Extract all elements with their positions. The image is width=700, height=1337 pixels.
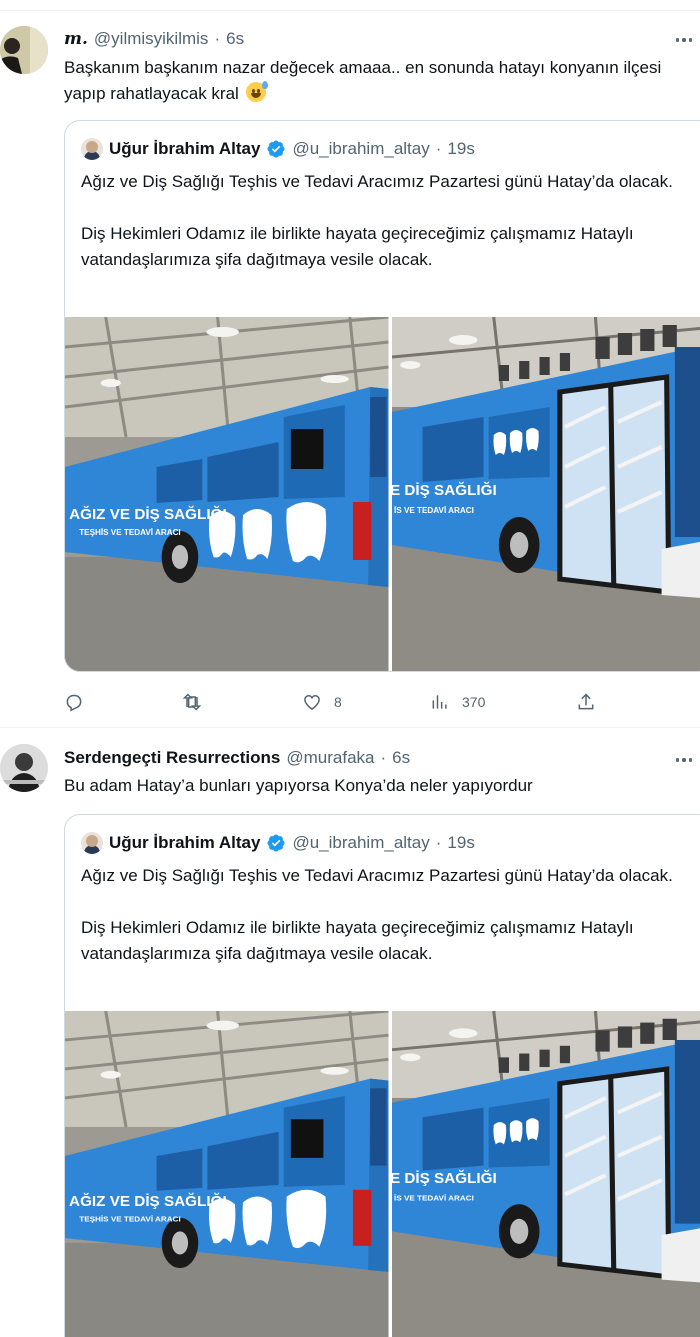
display-name[interactable]: Serdengeçti Resurrections — [64, 748, 280, 768]
photo-bus-front[interactable]: E DİŞ SAĞLIĞI İS VE TEDAVİ ARACI — [391, 317, 700, 671]
share-icon — [578, 693, 594, 710]
photo-bus-front[interactable]: E DİŞ SAĞLIĞI İS VE TEDAVİ ARACI — [391, 1011, 700, 1337]
reply-icon — [66, 694, 82, 712]
quoted-separator: · — [435, 833, 442, 852]
quoted-paragraph: Diş Hekimleri Odamız ile birlikte hayata… — [81, 918, 634, 963]
display-name[interactable]: m. — [64, 29, 88, 49]
timestamp[interactable]: 6s — [226, 29, 244, 49]
media-grid: AĞIZ VE DİŞ SAĞLIĞI TEŞHİS VE TEDAVİ ARA… — [65, 1011, 700, 1337]
tweet-header: m. @yilmisyikilmis · 6s — [64, 29, 244, 49]
quoted-paragraph: Ağız ve Diş Sağlığı Teşhis ve Tedavi Ara… — [81, 172, 673, 191]
tweet-text: Başkanım başkanım nazar değecek amaaa.. … — [64, 55, 692, 107]
retweet-button[interactable] — [182, 692, 214, 712]
quoted-handle: @u_ibrahim_altay — [292, 139, 430, 158]
quoted-tweet-text: Ağız ve Diş Sağlığı Teşhis ve Tedavi Ara… — [81, 169, 700, 273]
like-count: 8 — [334, 694, 342, 710]
quoted-avatar — [81, 138, 103, 160]
handle[interactable]: @yilmisyikilmis — [94, 29, 209, 49]
share-button[interactable] — [576, 692, 596, 712]
more-icon[interactable] — [672, 30, 696, 50]
avatar[interactable] — [0, 26, 48, 74]
verified-badge-icon — [267, 140, 285, 158]
quoted-avatar — [81, 832, 103, 854]
quoted-display-name: Uğur İbrahim Altay — [109, 833, 261, 852]
quoted-timestamp: 19s — [447, 833, 475, 852]
handle[interactable]: @murafaka — [286, 748, 374, 768]
tweet-actions: 8 370 — [64, 690, 634, 714]
quoted-paragraph: Ağız ve Diş Sağlığı Teşhis ve Tedavi Ara… — [81, 866, 673, 885]
views-icon — [432, 695, 447, 709]
quoted-timestamp: 19s — [447, 139, 475, 158]
bus-label-sub: TEŞHİS VE TEDAVİ ARACI — [79, 1215, 181, 1224]
tweet-text-content: Bu adam Hatay’a bunları yapıyorsa Konya’… — [64, 776, 533, 795]
bus-label-sub: TEŞHİS VE TEDAVİ ARACI — [79, 528, 180, 537]
tweet-header: Serdengeçti Resurrections @murafaka · 6s — [64, 748, 410, 768]
quoted-tweet[interactable]: Uğur İbrahim Altay @u_ibrahim_altay · 19… — [64, 814, 700, 1337]
timestamp[interactable]: 6s — [392, 748, 410, 768]
verified-badge-icon — [267, 834, 285, 852]
photo-bus-side[interactable]: AĞIZ VE DİŞ SAĞLIĞI TEŞHİS VE TEDAVİ ARA… — [65, 317, 389, 671]
quoted-tweet-header: Uğur İbrahim Altay @u_ibrahim_altay · 19… — [81, 138, 475, 160]
avatar[interactable] — [0, 744, 48, 792]
heart-icon — [304, 694, 320, 710]
quoted-tweet[interactable]: Uğur İbrahim Altay @u_ibrahim_altay · 19… — [64, 120, 700, 672]
bus-label-main: E DİŞ SAĞLIĞI — [392, 481, 497, 499]
separator: · — [214, 29, 221, 48]
bus-label-main: AĞIZ VE DİŞ SAĞLIĞI — [69, 505, 227, 523]
like-button[interactable]: 8 — [302, 692, 342, 712]
views-button[interactable]: 370 — [430, 692, 485, 712]
more-icon[interactable] — [672, 750, 696, 770]
quoted-paragraph: Diş Hekimleri Odamız ile birlikte hayata… — [81, 224, 634, 269]
tweet[interactable]: m. @yilmisyikilmis · 6s Başkanım başkanı… — [0, 0, 700, 728]
tweet-text: Bu adam Hatay’a bunları yapıyorsa Konya’… — [64, 773, 692, 799]
media-grid: AĞIZ VE DİŞ SAĞLIĞI TEŞHİS VE TEDAVİ ARA… — [65, 317, 700, 671]
tweet[interactable]: Serdengeçti Resurrections @murafaka · 6s… — [0, 730, 700, 1337]
views-count: 370 — [462, 694, 486, 710]
reply-button[interactable] — [64, 692, 96, 712]
quoted-separator: · — [435, 139, 442, 158]
quoted-display-name: Uğur İbrahim Altay — [109, 139, 261, 158]
tweet-text-content: Başkanım başkanım nazar değecek amaaa.. … — [64, 58, 662, 103]
separator: · — [380, 748, 387, 767]
quoted-tweet-text: Ağız ve Diş Sağlığı Teşhis ve Tedavi Ara… — [81, 863, 700, 967]
photo-bus-side[interactable]: AĞIZ VE DİŞ SAĞLIĞI TEŞHİS VE TEDAVİ ARA… — [65, 1011, 389, 1337]
bus-label-main: E DİŞ SAĞLIĞI — [392, 1169, 497, 1187]
bus-label-main: AĞIZ VE DİŞ SAĞLIĞI — [69, 1193, 227, 1211]
bus-label-sub: İS VE TEDAVİ ARACI — [394, 506, 474, 515]
quoted-handle: @u_ibrahim_altay — [292, 833, 430, 852]
quoted-tweet-header: Uğur İbrahim Altay @u_ibrahim_altay · 19… — [81, 832, 475, 854]
retweet-icon — [182, 693, 202, 711]
bus-label-sub: İS VE TEDAVİ ARACI — [394, 1194, 474, 1203]
sweat-smile-emoji — [245, 81, 268, 102]
